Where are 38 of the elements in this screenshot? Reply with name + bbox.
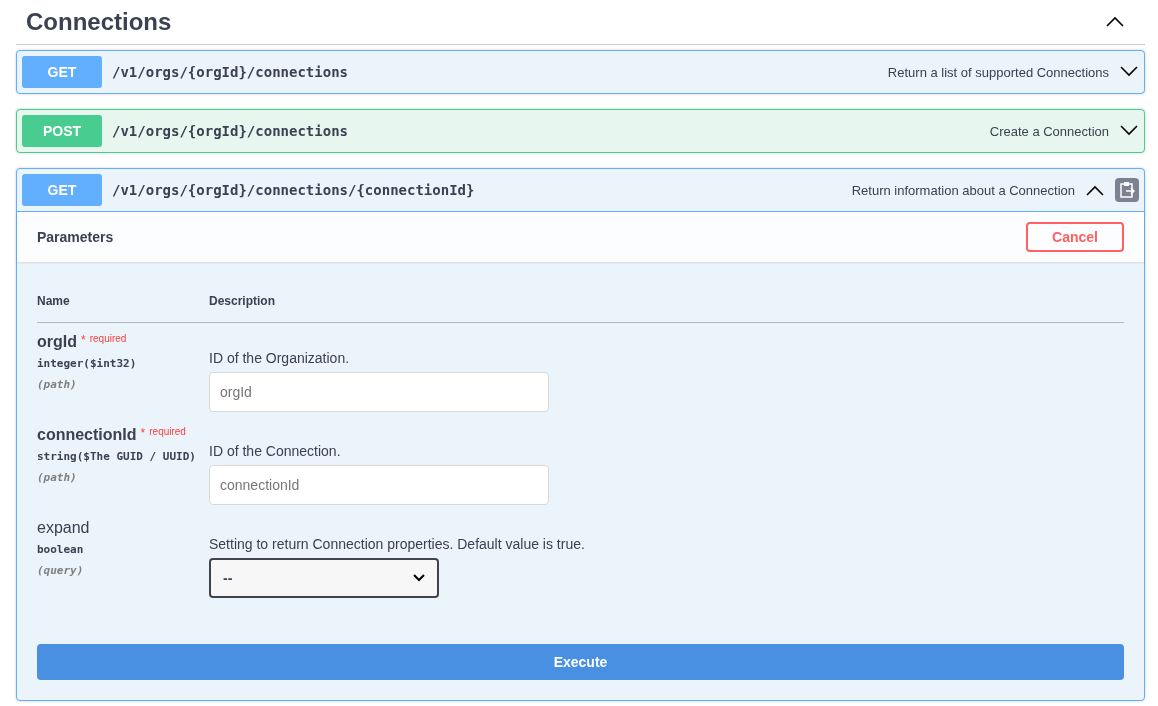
parameter-type: integer($int32) [37, 357, 138, 370]
collapse-icon[interactable] [1085, 184, 1105, 196]
required-label: required [149, 426, 186, 437]
column-header: Name [37, 294, 70, 308]
operation-summary: Return information about a Connection [851, 182, 1075, 198]
required-asterisk: * [81, 333, 86, 347]
expand-icon[interactable] [1119, 66, 1139, 78]
parameter-name: expand [37, 519, 90, 536]
operation-summary: Return a list of supported Connections [887, 64, 1109, 80]
method-badge: GET [22, 56, 102, 88]
endpoint-path[interactable]: /v1/orgs/{orgId}/connections [112, 123, 980, 139]
clipboard-icon[interactable] [1115, 178, 1139, 202]
parameter-name: orgId [37, 333, 77, 350]
parameter-type: string($The GUID / UUID) [37, 450, 197, 463]
endpoint-path[interactable]: /v1/orgs/{orgId}/connections [112, 64, 878, 80]
select-dropdown[interactable]: -- [209, 558, 439, 598]
parameter-name: connectionId [37, 426, 137, 443]
parameter-location: (query) [37, 564, 85, 577]
caret-icon [413, 574, 425, 582]
parameter-description: ID of the Organization. [209, 350, 351, 366]
required-label: required [89, 333, 127, 344]
endpoint-path[interactable]: /v1/orgs/{orgId}/connections/{connectionId} [112, 182, 842, 198]
parameter-description: Setting to return Connection properties. Default value is true. [209, 536, 586, 552]
parameter-location: (path) [37, 378, 78, 391]
text-input-field[interactable]: connectionId [209, 465, 549, 505]
method-badge: GET [22, 174, 102, 206]
parameter-type: boolean [37, 543, 85, 556]
parameters-title: Parameters [37, 229, 114, 245]
required-asterisk: * [140, 426, 146, 440]
text-input-field[interactable]: orgId [209, 372, 549, 412]
section-title[interactable]: Connections [26, 8, 172, 36]
parameter-location: (path) [37, 471, 78, 484]
operation-summary: Create a Connection [989, 123, 1109, 139]
expand-icon[interactable] [1119, 125, 1139, 137]
collapse-icon[interactable] [1105, 15, 1125, 27]
parameter-description: ID of the Connection. [209, 443, 342, 459]
column-header: Description [209, 294, 275, 308]
method-badge: POST [22, 115, 102, 147]
